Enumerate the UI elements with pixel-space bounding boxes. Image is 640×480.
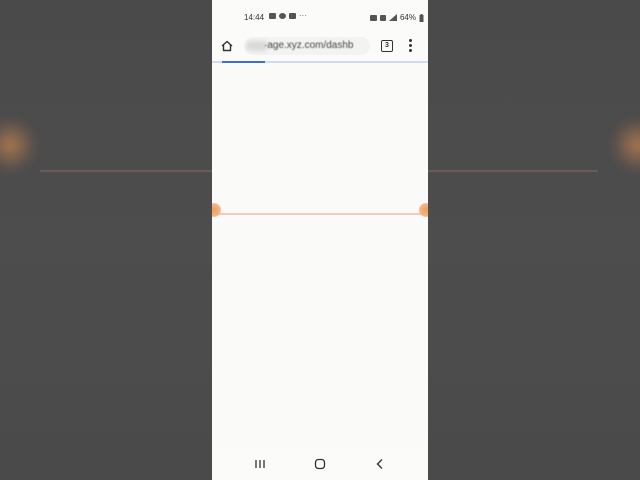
signal-icon <box>388 14 397 21</box>
background-right-pillar <box>428 0 640 480</box>
background-blur-line <box>428 170 598 172</box>
network-type-icon <box>379 14 386 21</box>
home-button[interactable] <box>219 38 235 54</box>
url-text: ·age.xyz.com/dashb <box>264 40 354 51</box>
system-navigation-bar <box>212 450 428 480</box>
address-bar[interactable]: ·age.xyz.com/dashb <box>244 37 370 55</box>
status-system-icons: 64% <box>369 13 424 22</box>
whatsapp-icon <box>279 13 286 19</box>
back-button[interactable] <box>372 457 388 471</box>
back-icon <box>376 459 383 469</box>
horizontal-divider-line <box>212 213 428 215</box>
nav-home-button[interactable] <box>312 457 328 471</box>
recent-apps-button[interactable] <box>252 457 268 471</box>
home-circle-icon <box>314 458 326 470</box>
menu-dot <box>409 49 412 52</box>
home-icon <box>221 40 233 52</box>
message-icon <box>289 13 296 19</box>
phone-screen: 14:44 ··· 64% ·age.xyz.com/dashb 3 <box>212 0 428 480</box>
background-left-pillar <box>0 0 212 480</box>
background-blur-blob <box>0 115 40 175</box>
web-page-content[interactable] <box>212 63 428 450</box>
alarm-icon <box>369 14 377 21</box>
battery-percent: 64% <box>399 13 416 22</box>
edge-marker-icon <box>419 203 428 217</box>
status-bar: 14:44 ··· 64% <box>212 0 428 34</box>
recent-apps-icon <box>255 460 265 468</box>
tab-switcher-button[interactable]: 3 <box>381 40 393 52</box>
tab-count: 3 <box>385 42 389 49</box>
more-notifications-icon: ··· <box>299 11 307 20</box>
video-call-icon <box>269 13 276 19</box>
status-notification-icons: ··· <box>269 11 307 20</box>
menu-dot <box>409 44 412 47</box>
battery-icon <box>419 13 424 22</box>
menu-dot <box>409 39 412 42</box>
status-time: 14:44 <box>244 13 265 22</box>
background-blur-blob <box>608 115 640 175</box>
more-vert-icon[interactable] <box>407 39 415 53</box>
browser-toolbar: ·age.xyz.com/dashb 3 <box>212 34 428 60</box>
background-blur-line <box>40 170 212 172</box>
